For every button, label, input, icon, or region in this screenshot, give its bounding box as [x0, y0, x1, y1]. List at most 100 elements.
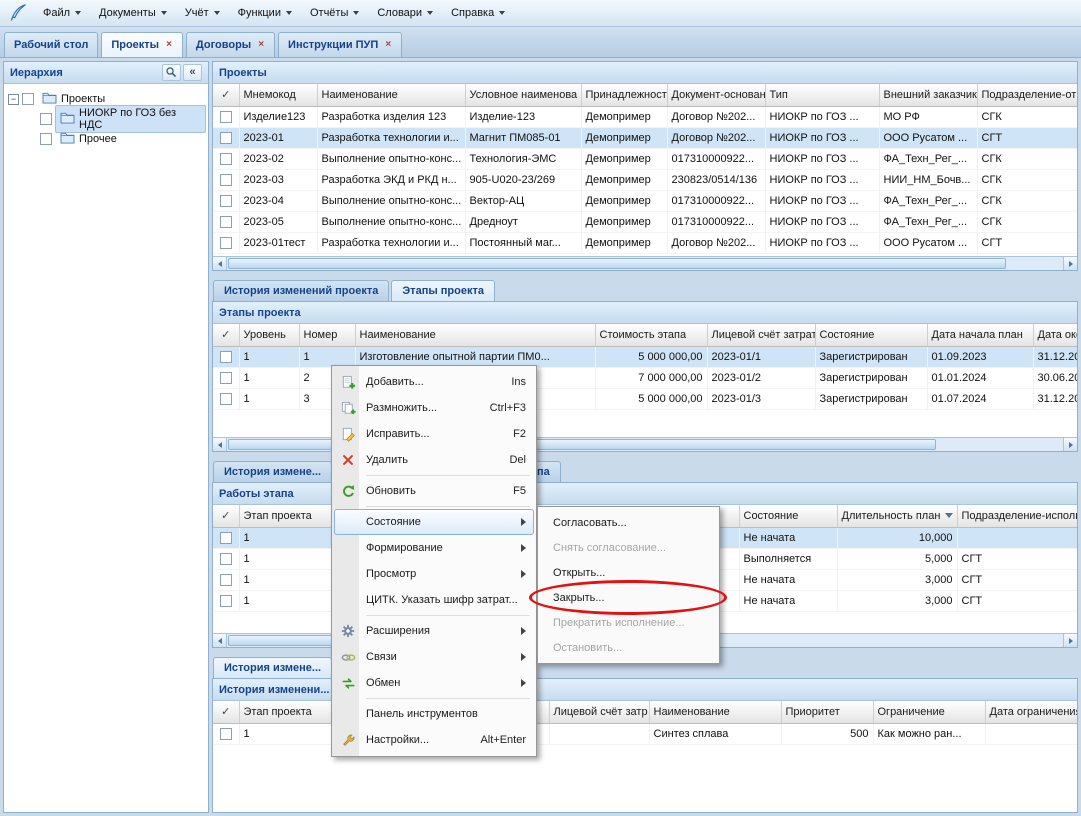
checkbox[interactable] [220, 728, 232, 740]
column-header[interactable]: Наименование [649, 701, 781, 723]
context-menu-item[interactable]: Настройки...Alt+Enter [334, 727, 534, 753]
close-icon[interactable]: × [165, 40, 173, 50]
scroll-right-button[interactable] [1063, 257, 1077, 270]
column-header[interactable]: Дата ограничения [985, 701, 1077, 723]
checkbox[interactable] [22, 93, 34, 105]
column-header[interactable]: Условное наименова [465, 84, 581, 106]
main-tab[interactable]: Договоры× [186, 32, 275, 57]
column-header[interactable]: Мнемокод [239, 84, 317, 106]
context-menu-item[interactable]: Связи [334, 644, 534, 670]
submenu-item[interactable]: Прекратить исполнение... [540, 610, 717, 635]
column-header[interactable]: Состояние [815, 324, 927, 346]
checkbox[interactable] [220, 237, 232, 249]
context-menu-item[interactable]: Просмотр [334, 561, 534, 587]
table-row[interactable]: 2023-02Выполнение опытно-конс...Технолог… [213, 148, 1077, 169]
select-all-header[interactable]: ✓ [213, 701, 239, 723]
tree-expander-icon[interactable]: − [8, 94, 19, 105]
checkbox[interactable] [220, 153, 232, 165]
select-all-header[interactable]: ✓ [213, 505, 239, 527]
checkbox[interactable] [40, 113, 52, 125]
context-menu-item[interactable]: Формирование [334, 535, 534, 561]
column-header[interactable]: Дата окончания п [1033, 324, 1077, 346]
context-menu-item[interactable]: УдалитьDel [334, 447, 534, 473]
table-row[interactable]: Изделие123Разработка изделия 123Изделие-… [213, 106, 1077, 127]
checkbox[interactable] [220, 216, 232, 228]
column-header[interactable]: Наименование [355, 324, 595, 346]
checkbox[interactable] [220, 532, 232, 544]
context-menu-item[interactable]: Добавить...Ins [334, 369, 534, 395]
checkbox[interactable] [220, 595, 232, 607]
tree-item[interactable]: НИОКР по ГОЗ без НДС [6, 109, 206, 129]
context-menu-item[interactable]: ОбновитьF5 [334, 478, 534, 504]
column-header[interactable]: Лицевой счёт затрат [707, 324, 815, 346]
column-header[interactable]: Состояние [739, 505, 837, 527]
subtab[interactable]: Этапы проекта [391, 280, 495, 301]
subtab[interactable]: История измене... [213, 657, 332, 678]
scroll-left-button[interactable] [213, 438, 227, 451]
column-header[interactable]: Уровень [239, 324, 299, 346]
table-row[interactable]: 2023-04Выполнение опытно-конс...Вектор-А… [213, 190, 1077, 211]
table-row[interactable]: 2023-01Разработка технологии и...Магнит … [213, 127, 1077, 148]
context-menu-item[interactable]: Исправить...F2 [334, 421, 534, 447]
checkbox[interactable] [220, 174, 232, 186]
column-header[interactable]: Стоимость этапа [595, 324, 707, 346]
menubar-item[interactable]: Документы [90, 3, 176, 23]
column-header[interactable]: Подразделение-исполн [957, 505, 1077, 527]
subtab[interactable]: История измене... [213, 461, 332, 482]
checkbox[interactable] [220, 553, 232, 565]
context-menu-item[interactable]: Панель инструментов [334, 701, 534, 727]
table-row[interactable]: 2023-03Разработка ЭКД и РКД н...905-U020… [213, 169, 1077, 190]
column-header[interactable]: Номер [299, 324, 355, 346]
scroll-left-button[interactable] [213, 257, 227, 270]
scroll-right-button[interactable] [1063, 634, 1077, 647]
collapse-panel-button[interactable]: « [183, 64, 202, 81]
column-header[interactable]: Внешний заказчик [879, 84, 977, 106]
column-header[interactable]: Приоритет [781, 701, 873, 723]
submenu-item-close[interactable]: Закрыть... [540, 585, 717, 610]
column-header[interactable]: Тип [765, 84, 879, 106]
submenu-item[interactable]: Согласовать... [540, 510, 717, 535]
scroll-right-button[interactable] [1063, 438, 1077, 451]
checkbox[interactable] [220, 351, 232, 363]
scroll-thumb[interactable] [228, 258, 1006, 269]
context-menu-item[interactable]: Обмен [334, 670, 534, 696]
table-row[interactable]: 2023-05Выполнение опытно-конс...Дредноут… [213, 211, 1077, 232]
menubar-item[interactable]: Функции [229, 3, 301, 23]
main-tab[interactable]: Рабочий стол [4, 32, 98, 57]
column-header[interactable]: Дата начала план [927, 324, 1033, 346]
menubar-item[interactable]: Справка [442, 3, 514, 23]
close-icon[interactable]: × [384, 40, 392, 50]
column-header[interactable]: Подразделение-от [977, 84, 1077, 106]
checkbox[interactable] [220, 372, 232, 384]
checkbox[interactable] [220, 111, 232, 123]
main-tab[interactable]: Проекты× [101, 32, 183, 57]
submenu-item[interactable]: Открыть... [540, 560, 717, 585]
context-menu-item[interactable]: Расширения [334, 618, 534, 644]
menubar-item[interactable]: Учёт [176, 3, 229, 23]
column-header[interactable]: Ограничение [873, 701, 985, 723]
menubar-item[interactable]: Словари [368, 3, 442, 23]
checkbox[interactable] [220, 132, 232, 144]
table-row[interactable]: 11Изготовление опытной партии ПМ0...5 00… [213, 346, 1077, 367]
column-header[interactable]: Этап проекта [239, 701, 339, 723]
scroll-left-button[interactable] [213, 634, 227, 647]
column-header[interactable]: Длительность план [837, 505, 957, 527]
menubar-item[interactable]: Файл [34, 3, 90, 23]
search-button[interactable] [162, 64, 181, 81]
projects-hscrollbar[interactable] [213, 256, 1077, 270]
close-icon[interactable]: × [257, 40, 265, 50]
checkbox[interactable] [220, 195, 232, 207]
column-header[interactable]: Документ-основан [667, 84, 765, 106]
table-row[interactable]: 2023-01тестРазработка технологии и...Пос… [213, 232, 1077, 253]
column-header[interactable]: Принадлежность [581, 84, 667, 106]
checkbox[interactable] [220, 393, 232, 405]
checkbox[interactable] [40, 133, 52, 145]
column-header[interactable]: Наименование [317, 84, 465, 106]
main-tab[interactable]: Инструкции ПУП× [278, 32, 402, 57]
column-header[interactable]: Лицевой счёт затр [549, 701, 649, 723]
context-menu-item[interactable]: Размножить...Ctrl+F3 [334, 395, 534, 421]
column-header[interactable]: Этап проекта [239, 505, 339, 527]
select-all-header[interactable]: ✓ [213, 324, 239, 346]
select-all-header[interactable]: ✓ [213, 84, 239, 106]
menubar-item[interactable]: Отчёты [301, 3, 368, 23]
